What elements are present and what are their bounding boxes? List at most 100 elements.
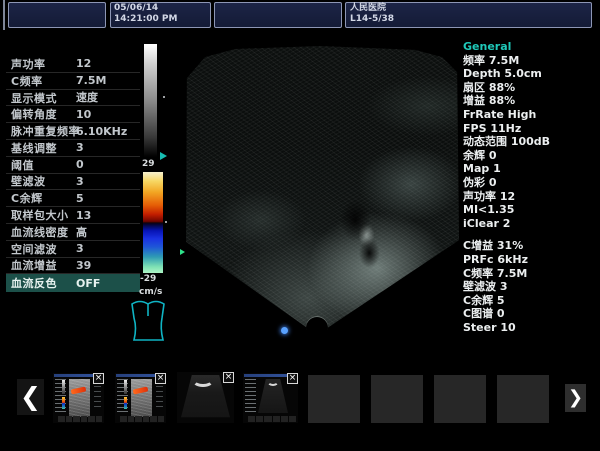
thumb-probe-arc [267,377,279,386]
param-value: 3 [76,141,84,154]
thumbnail-clip-4[interactable]: × [243,373,298,423]
param-row-5[interactable]: 基线调整 3 [6,140,140,157]
edge-caliper-icon [180,249,185,255]
param-value: 10 [76,108,91,121]
param-value: 13 [76,209,91,222]
param-row-12[interactable]: 血流增益39 [6,258,140,275]
param-value: 3 [76,242,84,255]
thumbnail-slot-empty-3 [434,375,486,423]
param-value: 3 [76,175,84,188]
general-param-line-6: 动态范围 100dB [463,135,595,149]
param-label: 声功率 [11,56,46,72]
velocity-max-label: 29 [142,159,155,169]
thumb-left-text [245,379,256,413]
gain-cursor-icon[interactable] [160,152,167,160]
filmstrip-prev-button[interactable]: ❮ [17,379,44,415]
close-icon[interactable]: × [287,373,298,384]
screen-edge-line [3,0,5,30]
thumb-sector-image [258,379,288,416]
thumb-colorbar [124,397,127,409]
general-param-line-1: Depth 5.0cm [463,67,595,81]
param-value: 12 [76,57,91,70]
ultrasound-image[interactable] [183,40,461,340]
param-label: 基线调整 [11,140,57,156]
param-label: 阈值 [11,157,34,173]
thumbnail-clip-1[interactable]: × [53,373,104,423]
thumbnail-slot-empty-4 [497,375,549,423]
thumb-graybar [62,380,65,394]
sample-point-marker [281,327,288,334]
grayscale-bar [144,44,157,157]
close-icon[interactable]: × [223,372,234,383]
color-param-line-5: C图谱 0 [463,307,595,321]
param-label: 显示模式 [11,90,57,106]
param-row-3[interactable]: 偏转角度 10 [6,106,140,123]
param-value: 5 [76,192,84,205]
thumbnail-slot-empty-1 [308,375,360,423]
right-panel-title: General [463,40,595,54]
thumb-us-area [131,379,152,417]
thumb-colorbar [62,397,65,409]
general-param-line-11: MI<1.35 [463,203,595,217]
param-label: 脉冲重复频率 [11,123,80,139]
param-value: 0 [76,158,84,171]
color-param-line-4: C余辉 5 [463,294,595,308]
param-row-2[interactable]: 显示模式速度 [6,90,140,107]
thumb-us-area [69,379,90,417]
param-label: 血流增益 [11,257,57,273]
thumbnail-clip-3[interactable]: × [177,372,234,423]
color-param-line-2: C频率 7.5M [463,267,595,281]
param-row-9[interactable]: 取样包大小 13 [6,207,140,224]
param-value: 6.10KHz [76,125,127,138]
param-label: 壁滤波 [11,173,46,189]
general-param-line-2: 扇区 88% [463,81,595,95]
param-row-1[interactable]: C频率 7.5M [6,73,140,90]
param-label: C余辉 [11,190,43,206]
color-param-line-6: Steer 10 [463,321,595,335]
body-marker-icon[interactable] [126,296,172,350]
close-icon[interactable]: × [155,373,166,384]
thumbnail-slot-empty-2 [371,375,423,423]
general-param-line-3: 增益 88% [463,94,595,108]
datetime-date: 05/06/14 [114,3,158,14]
param-row-4[interactable]: 脉冲重复频率6.10KHz [6,123,140,140]
thumb-ministrip [248,416,296,422]
param-row-10[interactable]: 血流线密度高 [6,224,140,241]
general-param-line-5: FPS 11Hz [463,122,595,136]
param-row-7[interactable]: 壁滤波 3 [6,174,140,191]
param-label: 偏转角度 [11,106,57,122]
general-param-line-0: 频率 7.5M [463,54,595,68]
color-param-line-3: 壁滤波 3 [463,280,595,294]
param-label: 血流线密度 [11,224,69,240]
thumb-graybar [124,380,127,394]
topbar-empty-box [8,2,106,28]
filmstrip-next-button[interactable]: ❯ [565,384,586,412]
param-label: 血流反色 [11,275,57,291]
general-param-line-7: 余辉 0 [463,149,595,163]
velocity-min-label: -29 [140,274,156,284]
baseline-marker-dot [165,221,167,223]
color-param-line-0: C增益 31% [463,239,595,253]
doppler-colorbar [143,172,163,273]
param-value: 7.5M [76,74,106,87]
param-row-11[interactable]: 空间滤波3 [6,241,140,258]
param-row-0[interactable]: 声功率 12 [6,56,140,73]
thumbnail-clip-2[interactable]: × [115,373,166,423]
param-value: OFF [76,277,100,290]
topbar-middle-box [214,2,342,28]
param-row-8[interactable]: C余辉 5 [6,190,140,207]
param-label: C频率 [11,73,43,89]
thumb-ministrip [58,416,102,422]
hospital-name: 人民医院 [350,3,386,14]
right-panel-gap [463,230,595,239]
param-row-6[interactable]: 阈值 0 [6,157,140,174]
close-icon[interactable]: × [93,373,104,384]
param-row-13[interactable]: 血流反色 OFF [6,274,140,292]
thumb-right-text [156,381,163,411]
general-param-line-8: Map 1 [463,162,595,176]
general-param-line-10: 声功率 12 [463,190,595,204]
general-param-line-12: iClear 2 [463,217,595,231]
thumb-ministrip [120,416,164,422]
parameter-panel-left: 声功率12C频率7.5M显示模式速度偏转角度10脉冲重复频率6.10KHz基线调… [6,56,140,292]
param-label: 取样包大小 [11,207,69,223]
